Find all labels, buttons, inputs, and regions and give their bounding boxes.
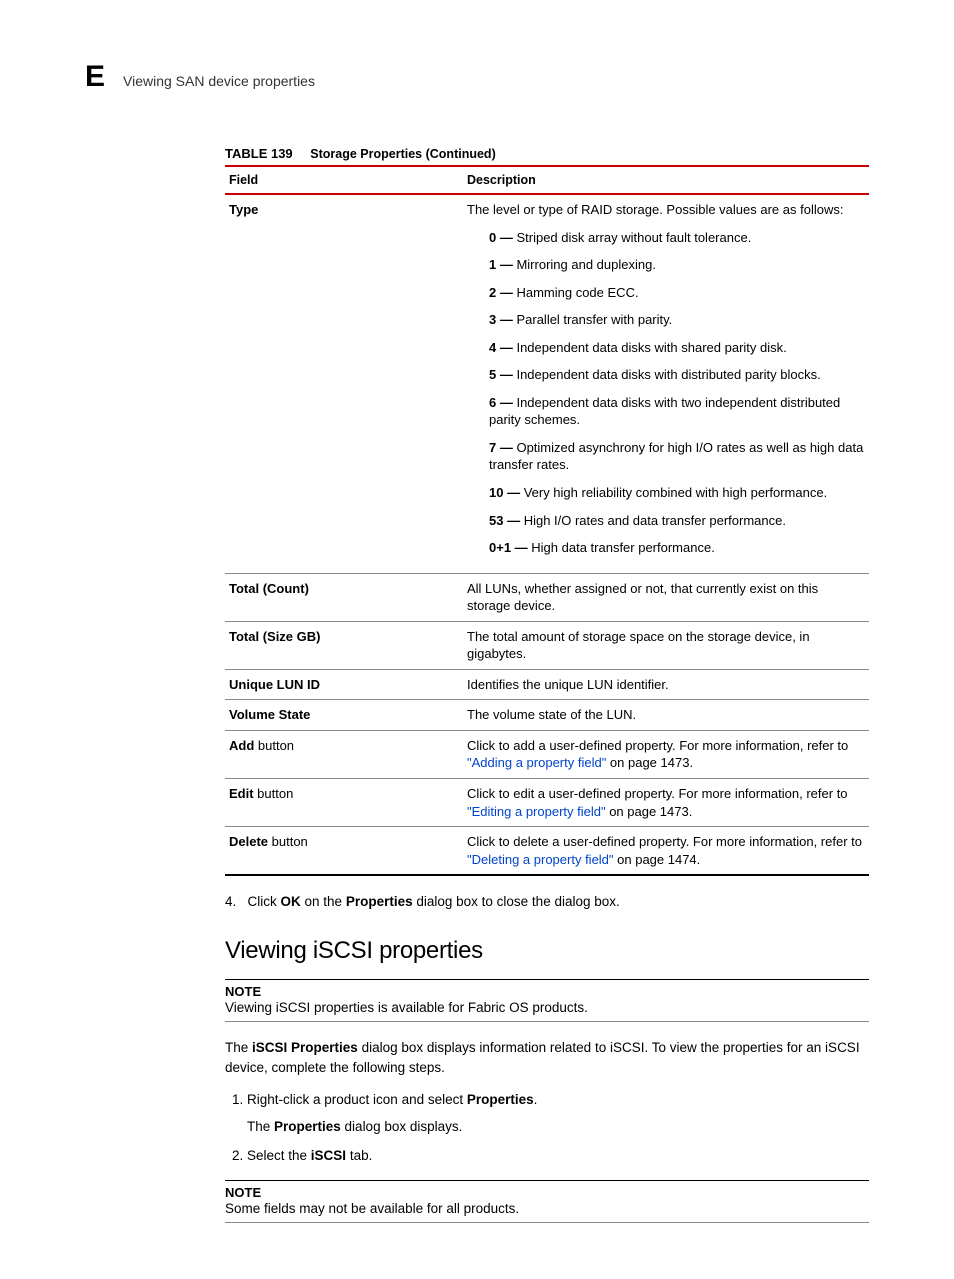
page-title: Viewing SAN device properties [123, 73, 315, 89]
raid-level-item: 2 — Hamming code ECC. [489, 284, 865, 302]
field-type: Type [225, 194, 463, 573]
page-header: E Viewing SAN device properties [85, 60, 869, 94]
table-row-desc: Click to add a user-defined property. Fo… [463, 730, 869, 778]
table-row-field: Total (Size GB) [225, 621, 463, 669]
table-row-field: Unique LUN ID [225, 669, 463, 700]
appendix-letter: E [85, 60, 105, 94]
cross-reference-link[interactable]: "Adding a property field" [467, 755, 606, 770]
table-row-field: Delete button [225, 827, 463, 876]
intro-paragraph: The iSCSI Properties dialog box displays… [225, 1038, 869, 1077]
cross-reference-link[interactable]: "Deleting a property field" [467, 852, 614, 867]
note-2: NOTE Some fields may not be available fo… [225, 1180, 869, 1223]
table-row-desc: Click to delete a user-defined property.… [463, 827, 869, 876]
note-body: Some fields may not be available for all… [225, 1201, 869, 1216]
table-row-desc: Click to edit a user-defined property. F… [463, 779, 869, 827]
section-heading: Viewing iSCSI properties [225, 937, 869, 965]
table-row-field: Volume State [225, 700, 463, 731]
table-title: Storage Properties (Continued) [310, 147, 495, 161]
desc-type: The level or type of RAID storage. Possi… [463, 194, 869, 573]
raid-level-item: 7 — Optimized asynchrony for high I/O ra… [489, 439, 865, 474]
table-number: TABLE 139 [225, 146, 293, 161]
table-row-field: Add button [225, 730, 463, 778]
raid-level-item: 3 — Parallel transfer with parity. [489, 311, 865, 329]
raid-level-item: 0+1 — High data transfer performance. [489, 539, 865, 557]
steps-list: Right-click a product icon and select Pr… [225, 1091, 869, 1166]
table-row-desc: Identifies the unique LUN identifier. [463, 669, 869, 700]
raid-level-item: 1 — Mirroring and duplexing. [489, 256, 865, 274]
table-caption: TABLE 139 Storage Properties (Continued) [225, 146, 869, 161]
cross-reference-link[interactable]: "Editing a property field" [467, 804, 606, 819]
note-label: NOTE [225, 1185, 869, 1200]
col-desc-header: Description [463, 166, 869, 194]
storage-properties-table: Field Description TypeThe level or type … [225, 165, 869, 876]
note-label: NOTE [225, 984, 869, 999]
note-1: NOTE Viewing iSCSI properties is availab… [225, 979, 869, 1022]
step-1: Right-click a product icon and select Pr… [247, 1091, 869, 1137]
table-row-desc: The total amount of storage space on the… [463, 621, 869, 669]
table-row-field: Edit button [225, 779, 463, 827]
raid-level-item: 10 — Very high reliability combined with… [489, 484, 865, 502]
step-4: 4. Click OK on the Properties dialog box… [225, 894, 869, 909]
table-row-desc: The volume state of the LUN. [463, 700, 869, 731]
step-2: Select the iSCSI tab. [247, 1147, 869, 1166]
table-row-field: Total (Count) [225, 573, 463, 621]
raid-level-item: 6 — Independent data disks with two inde… [489, 394, 865, 429]
step-1-result: The Properties dialog box displays. [247, 1118, 869, 1137]
raid-level-item: 5 — Independent data disks with distribu… [489, 366, 865, 384]
col-field-header: Field [225, 166, 463, 194]
table-row-desc: All LUNs, whether assigned or not, that … [463, 573, 869, 621]
note-body: Viewing iSCSI properties is available fo… [225, 1000, 869, 1015]
raid-level-item: 4 — Independent data disks with shared p… [489, 339, 865, 357]
raid-level-item: 0 — Striped disk array without fault tol… [489, 229, 865, 247]
raid-level-item: 53 — High I/O rates and data transfer pe… [489, 512, 865, 530]
